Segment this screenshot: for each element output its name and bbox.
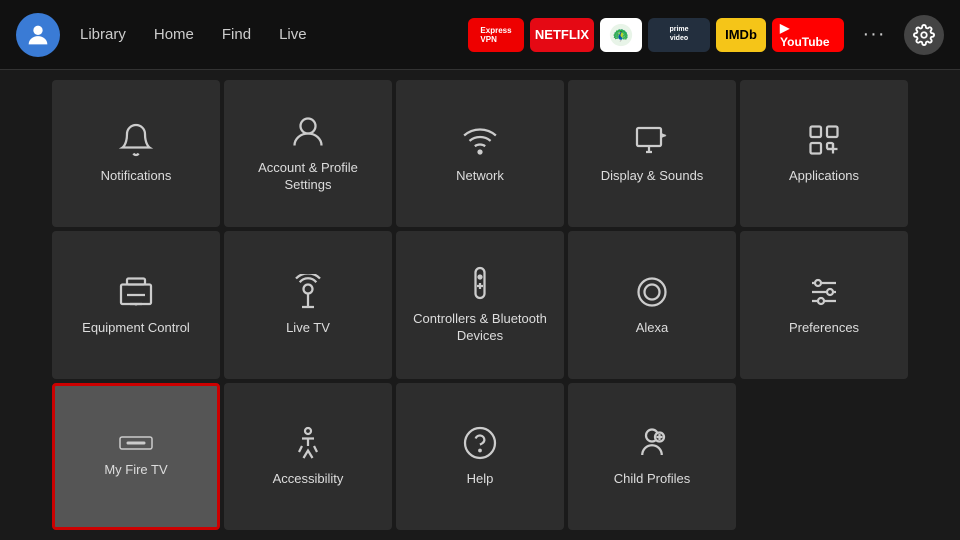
preferences-label: Preferences [789, 320, 859, 337]
notifications-label: Notifications [101, 168, 172, 185]
avatar[interactable] [16, 13, 60, 57]
grid-cell-display-sounds[interactable]: Display & Sounds [568, 80, 736, 227]
grid-cell-preferences[interactable]: Preferences [740, 231, 908, 378]
applications-label: Applications [789, 168, 859, 185]
nav-home[interactable]: Home [154, 26, 194, 43]
more-button[interactable]: ··· [856, 18, 892, 52]
top-nav: Library Home Find Live ExpressVPN NETFLI… [0, 0, 960, 70]
app-icons-bar: ExpressVPN NETFLIX 🦚 primevideo IMDb ▶ Y… [468, 18, 844, 52]
antenna-icon [290, 274, 326, 310]
help-icon [462, 425, 498, 461]
bell-icon [118, 122, 154, 158]
nav-live[interactable]: Live [279, 26, 307, 43]
grid-cell-applications[interactable]: Applications [740, 80, 908, 227]
grid-cell-controllers-bluetooth[interactable]: Controllers & Bluetooth Devices [396, 231, 564, 378]
help-label: Help [467, 471, 494, 488]
nav-find[interactable]: Find [222, 26, 251, 43]
grid-cell-help[interactable]: Help [396, 383, 564, 530]
child-icon [634, 425, 670, 461]
tv-icon [118, 274, 154, 310]
grid-cell-equipment-control[interactable]: Equipment Control [52, 231, 220, 378]
grid-cell-account-profile[interactable]: Account & Profile Settings [224, 80, 392, 227]
remote-icon [462, 265, 498, 301]
controllers-bluetooth-label: Controllers & Bluetooth Devices [406, 311, 554, 345]
grid-cell-empty [740, 383, 908, 530]
network-label: Network [456, 168, 504, 185]
child-profiles-label: Child Profiles [614, 471, 691, 488]
live-tv-label: Live TV [286, 320, 330, 337]
accessibility-label: Accessibility [273, 471, 344, 488]
app-peacock[interactable]: 🦚 [600, 18, 642, 52]
settings-grid: Notifications Account & Profile Settings… [0, 70, 960, 540]
app-youtube[interactable]: ▶ YouTube [772, 18, 844, 52]
sliders-icon [806, 274, 842, 310]
app-prime[interactable]: primevideo [648, 18, 710, 52]
nav-links: Library Home Find Live [80, 26, 307, 43]
equipment-control-label: Equipment Control [82, 320, 190, 337]
account-profile-label: Account & Profile Settings [234, 160, 382, 194]
nav-library[interactable]: Library [80, 26, 126, 43]
grid-cell-my-fire-tv[interactable]: My Fire TV [52, 383, 220, 530]
app-netflix[interactable]: NETFLIX [530, 18, 594, 52]
person-icon [290, 114, 326, 150]
app-expressvpn[interactable]: ExpressVPN [468, 18, 524, 52]
firetv-icon [118, 434, 154, 452]
apps-icon [806, 122, 842, 158]
app-imdb[interactable]: IMDb [716, 18, 766, 52]
grid-cell-child-profiles[interactable]: Child Profiles [568, 383, 736, 530]
wifi-icon [462, 122, 498, 158]
settings-button[interactable] [904, 15, 944, 55]
grid-cell-accessibility[interactable]: Accessibility [224, 383, 392, 530]
my-fire-tv-label: My Fire TV [104, 462, 167, 479]
alexa-label: Alexa [636, 320, 669, 337]
display-sounds-label: Display & Sounds [601, 168, 704, 185]
display-icon [634, 122, 670, 158]
grid-cell-alexa[interactable]: Alexa [568, 231, 736, 378]
grid-cell-live-tv[interactable]: Live TV [224, 231, 392, 378]
alexa-icon [634, 274, 670, 310]
accessibility-icon [290, 425, 326, 461]
grid-cell-notifications[interactable]: Notifications [52, 80, 220, 227]
grid-cell-network[interactable]: Network [396, 80, 564, 227]
svg-text:🦚: 🦚 [613, 27, 629, 42]
